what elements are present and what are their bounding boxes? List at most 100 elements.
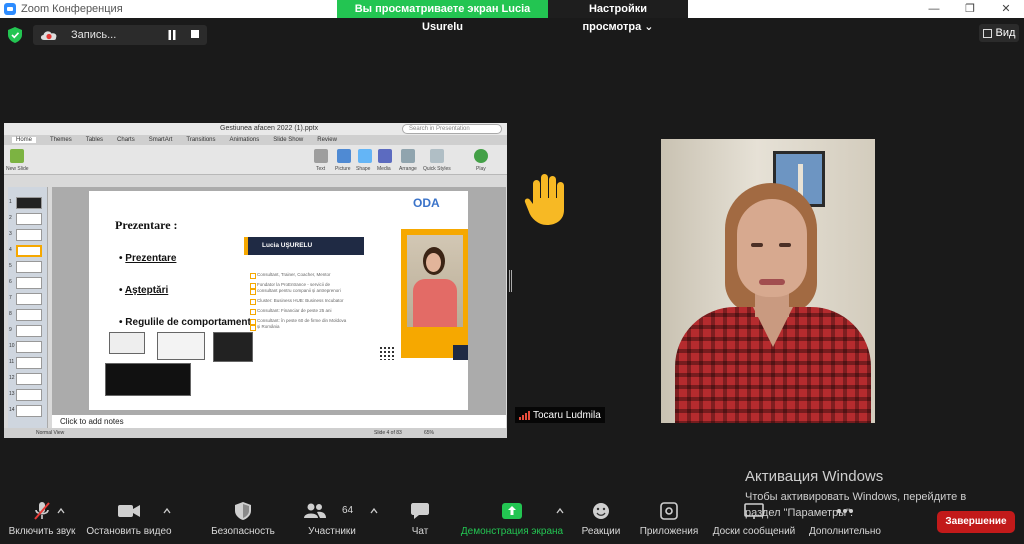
minimize-icon[interactable]: — [916, 0, 952, 18]
more-button[interactable]: Дополнительно [806, 499, 884, 544]
grid-view-icon [982, 28, 992, 38]
cv-line-continued: și România [250, 324, 280, 331]
signal-strength-icon [519, 410, 530, 420]
view-options-button[interactable]: Настройки просмотра ⌄ [548, 0, 688, 33]
participants-icon [304, 503, 326, 518]
cv-line: Consultant: în peste 60 de firme din Mol… [249, 318, 347, 325]
ppt-tab-tables: Tables [85, 137, 104, 143]
status-slide: Slide 4 of 83 [374, 430, 402, 436]
slide-thumb [16, 405, 42, 417]
ppt-title-bar: Gestiunea afacen 2022 (1).pptx Search in… [4, 123, 507, 135]
audio-options-chevron-icon[interactable] [57, 507, 65, 515]
decorative-dots [379, 346, 395, 360]
ppt-tab-transitions: Transitions [186, 137, 216, 143]
reactions-button[interactable]: Реакции [580, 499, 622, 544]
security-button[interactable]: Безопасность [210, 499, 276, 544]
arrange-icon [401, 149, 415, 163]
ppt-search-input: Search in Presentation [402, 124, 502, 134]
ppt-file-name: Gestiunea afacen 2022 (1).pptx [220, 125, 319, 132]
slide-thumb-selected [16, 245, 42, 257]
whiteboards-button[interactable]: Доски сообщений [711, 499, 797, 544]
share-screen-button[interactable]: Демонстрация экрана [460, 499, 564, 544]
zoom-screenshot-thumb [213, 332, 253, 362]
media-icon [378, 149, 392, 163]
cv-line: Consultant: Financiar de peste 25 ani [250, 308, 332, 315]
cv-line-continued: consultant pentru companii și antrepreno… [250, 288, 341, 295]
window-title: Zoom Конференция [21, 3, 123, 15]
participants-count: 64 [342, 505, 354, 516]
split-handle[interactable] [509, 270, 513, 292]
text-box-icon [314, 149, 328, 163]
share-options-chevron-icon[interactable] [556, 507, 564, 515]
play-icon [474, 149, 488, 163]
whiteboards-label: Доски сообщений [712, 526, 796, 537]
viewing-share-message: Вы просматриваете экран Lucia Usurelu [337, 0, 548, 33]
zoom-screenshot-thumb [105, 363, 191, 396]
shape-icon [358, 149, 372, 163]
apps-label: Приложения [639, 526, 699, 537]
window-controls: — ❐ ✕ [916, 0, 1024, 18]
view-button-label: Вид [995, 27, 1016, 39]
status-zoom: 65% [424, 430, 435, 436]
status-view: Normal View [36, 430, 65, 436]
thumb-number: 11 [9, 359, 15, 365]
share-banner: Вы просматриваете экран Lucia Usurelu На… [337, 0, 688, 33]
ppt-status-bar: Normal View Slide 4 of 83 65% [4, 428, 507, 438]
pause-recording-icon[interactable] [167, 30, 177, 40]
apps-button[interactable]: Приложения [638, 499, 700, 544]
ppt-tab-animations: Animations [229, 137, 260, 143]
close-icon[interactable]: ✕ [988, 0, 1024, 18]
participants-button[interactable]: 64 Участники [304, 499, 360, 544]
apps-icon [660, 502, 678, 520]
end-meeting-button[interactable]: Завершение [937, 511, 1015, 533]
stop-video-button[interactable]: Остановить видео [86, 499, 172, 544]
slide-bullet: • Regulile de comportament [119, 317, 251, 328]
ribbon-quick-styles-label: Quick Styles [423, 166, 451, 172]
more-label: Дополнительно [809, 526, 881, 537]
participant-video-tile[interactable] [661, 139, 875, 423]
recording-label: Запись... [71, 29, 117, 41]
mute-button[interactable]: Включить звук [8, 499, 76, 544]
mute-label: Включить звук [8, 526, 76, 537]
cv-line: Cluster: Business HUB: Business Incubato… [250, 298, 344, 305]
security-label: Безопасность [211, 526, 275, 537]
chat-button[interactable]: Чат [406, 499, 434, 544]
slide-thumb [16, 213, 42, 225]
participants-chevron-icon[interactable] [370, 507, 378, 515]
ribbon-shape-label: Shape [356, 166, 371, 172]
zoom-window: Zoom Конференция Вы просматриваете экран… [0, 0, 1024, 544]
thumb-number: 8 [9, 311, 12, 317]
thumb-number: 12 [9, 375, 15, 381]
cv-line: Consultant, Trainer, Coacher, Mentor [250, 272, 331, 279]
thumb-number: 14 [9, 407, 15, 413]
new-slide-icon [10, 149, 24, 163]
thumb-number: 5 [9, 263, 12, 269]
thumb-number: 3 [9, 231, 12, 237]
encryption-shield-icon[interactable] [8, 27, 22, 43]
slide-thumbnails: 1 2 3 4 5 6 7 8 9 10 11 12 13 14 [8, 187, 48, 428]
shared-screen[interactable]: Gestiunea afacen 2022 (1).pptx Search in… [4, 123, 507, 438]
ppt-tab-charts: Charts [117, 137, 135, 143]
ribbon-text-label: Text [316, 166, 326, 172]
ppt-tab-themes: Themes [50, 137, 72, 143]
meeting-toolbar: Включить звук Остановить видео Безопасно… [0, 499, 1024, 544]
thumb-number: 2 [9, 215, 12, 221]
ppt-tab-smartart: SmartArt [148, 137, 173, 143]
share-screen-icon [502, 503, 522, 519]
zoom-screenshot-thumb [157, 332, 205, 360]
decorative-block [453, 345, 468, 360]
ribbon-picture-label: Picture [335, 166, 351, 172]
thumb-number: 6 [9, 279, 12, 285]
participant-name-tag: Tocaru Ludmila [515, 407, 605, 423]
share-screen-label: Демонстрация экрана [460, 526, 564, 537]
maximize-icon[interactable]: ❐ [952, 0, 988, 18]
picture-icon [337, 149, 351, 163]
video-camera-icon [118, 505, 140, 517]
microphone-muted-icon [34, 502, 50, 520]
stop-recording-icon[interactable] [191, 30, 199, 38]
activation-title: Активация Windows [745, 468, 884, 485]
view-button[interactable]: Вид [979, 24, 1019, 42]
oda-logo: ODA [413, 196, 440, 210]
video-options-chevron-icon[interactable] [163, 507, 171, 515]
slide-thumb [16, 389, 42, 401]
